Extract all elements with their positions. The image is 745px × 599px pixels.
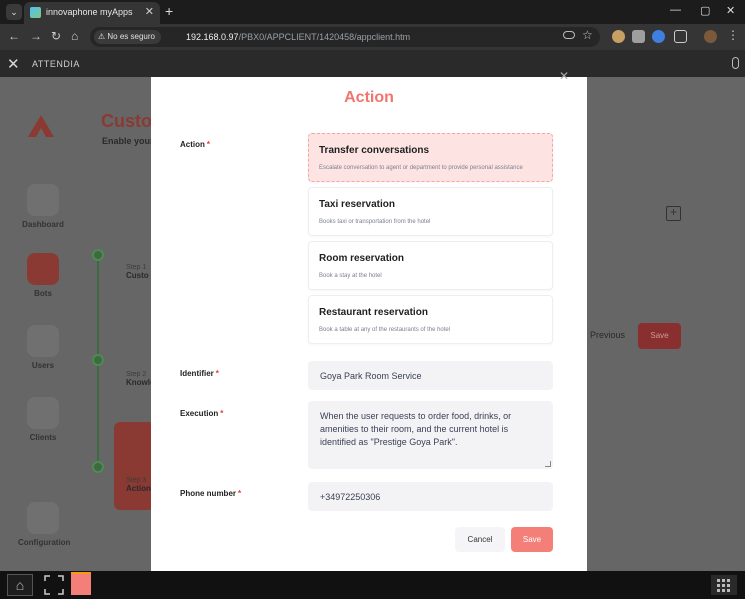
browser-menu-icon[interactable]: ⋮ [727,28,739,42]
fullscreen-icon[interactable] [44,575,64,595]
browser-toolbar: ← → ↻ ⌂ ⚠ No es seguro 192.168.0.97/PBX0… [0,24,745,50]
option-title: Taxi reservation [319,199,395,210]
browser-tab-bar: ⌄ innovaphone myApps ✕ + — ▢ ✕ [0,0,745,24]
dashboard-icon [27,184,59,216]
option-description: Escalate conversation to agent or depart… [319,165,523,171]
phone-number-label: Phone number * [180,489,242,498]
password-key-icon[interactable] [563,31,575,39]
background-step-3: Step 3 Action [126,477,151,493]
option-room-reservation[interactable]: Room reservation Book a stay at the hote… [308,241,553,290]
security-chip[interactable]: ⚠ No es seguro [94,30,161,44]
attendia-logo-icon [28,115,54,137]
sidebar-item-users[interactable]: Users [18,325,68,370]
sidebar-item-clients[interactable]: Clients [18,397,68,442]
background-subheading: Enable your [102,136,154,146]
favicon-icon [30,7,41,18]
new-tab-icon[interactable]: + [165,3,173,19]
window-close-icon[interactable]: ✕ [726,4,735,17]
step-dot-3 [92,461,104,473]
background-step-1: Step 1 Custo [126,264,149,280]
address-bar[interactable]: ⚠ No es seguro 192.168.0.97/PBX0/APPCLIE… [90,27,600,47]
background-save-button: Save [638,323,681,349]
app-close-icon[interactable]: ✕ [7,55,20,73]
execution-label: Execution * [180,409,224,418]
execution-text: When the user requests to order food, dr… [320,411,512,447]
taskbar: ⌂ [0,571,745,599]
option-title: Transfer conversations [319,145,430,156]
option-description: Books taxi or transportation from the ho… [319,219,431,225]
security-label: No es seguro [107,32,155,41]
tab-search-icon[interactable]: ⌄ [6,4,22,20]
tab-close-icon[interactable]: ✕ [145,5,154,18]
configuration-gear-icon [27,502,59,534]
option-description: Book a table at any of the restaurants o… [319,327,451,333]
forward-icon[interactable]: → [30,29,42,43]
microphone-icon[interactable] [732,57,739,69]
minimize-icon[interactable]: — [670,4,681,16]
save-button[interactable]: Save [511,527,553,552]
back-icon[interactable]: ← [8,29,20,43]
identifier-input[interactable]: Goya Park Room Service [308,361,553,390]
app-title: ATTENDIA [32,59,80,69]
app-grid-icon[interactable] [711,575,737,595]
url-text[interactable]: 192.168.0.97/PBX0/APPCLIENT/1420458/appc… [186,32,410,42]
clients-icon [27,397,59,429]
maximize-icon[interactable]: ▢ [700,4,710,17]
action-modal: ✕ Action Action * Transfer conversations … [151,69,587,571]
modal-title: Action [344,89,394,106]
users-icon [27,325,59,357]
background-heading: Custo [101,111,152,131]
textarea-resize-handle[interactable] [545,461,551,467]
extension-cookie-icon[interactable] [612,30,625,43]
option-restaurant-reservation[interactable]: Restaurant reservation Book a table at a… [308,295,553,344]
sidebar-item-dashboard[interactable]: Dashboard [18,184,68,229]
step-dot-2 [92,354,104,366]
taskbar-home-icon[interactable]: ⌂ [7,574,33,596]
background-add-icon: + [666,206,681,221]
browser-tab[interactable]: innovaphone myApps ✕ [24,2,160,24]
option-title: Room reservation [319,253,405,264]
execution-textarea[interactable]: When the user requests to order food, dr… [308,401,553,469]
bot-icon [27,253,59,285]
option-transfer-conversations[interactable]: Transfer conversations Escalate conversa… [308,133,553,182]
option-description: Book a stay at the hotel [319,273,382,279]
modal-close-icon[interactable]: ✕ [559,69,569,83]
profile-avatar-icon[interactable] [704,30,717,43]
taskbar-attendia-app-icon[interactable] [71,572,91,595]
reload-icon[interactable]: ↻ [51,29,61,43]
background-previous-button: Previous [590,330,626,340]
bookmark-star-icon[interactable]: ☆ [582,28,593,42]
tab-title: innovaphone myApps [46,7,133,17]
step-dot-1 [92,249,104,261]
app-header: ✕ ATTENDIA [0,50,745,77]
identifier-label: Identifier * [180,369,219,378]
sidebar-item-configuration[interactable]: Configuration [18,502,70,547]
action-label: Action * [180,140,211,149]
home-icon[interactable]: ⌂ [71,29,78,43]
cancel-button[interactable]: Cancel [455,527,505,552]
extension-icon[interactable] [632,30,645,43]
phone-number-input[interactable]: +34972250306 [308,482,553,511]
option-title: Restaurant reservation [319,307,428,318]
background-active-step-card [114,422,154,510]
extensions-puzzle-icon[interactable] [674,30,687,43]
extension-blue-icon[interactable] [652,30,665,43]
sidebar-item-bots[interactable]: Bots [18,253,68,298]
option-taxi-reservation[interactable]: Taxi reservation Books taxi or transport… [308,187,553,236]
